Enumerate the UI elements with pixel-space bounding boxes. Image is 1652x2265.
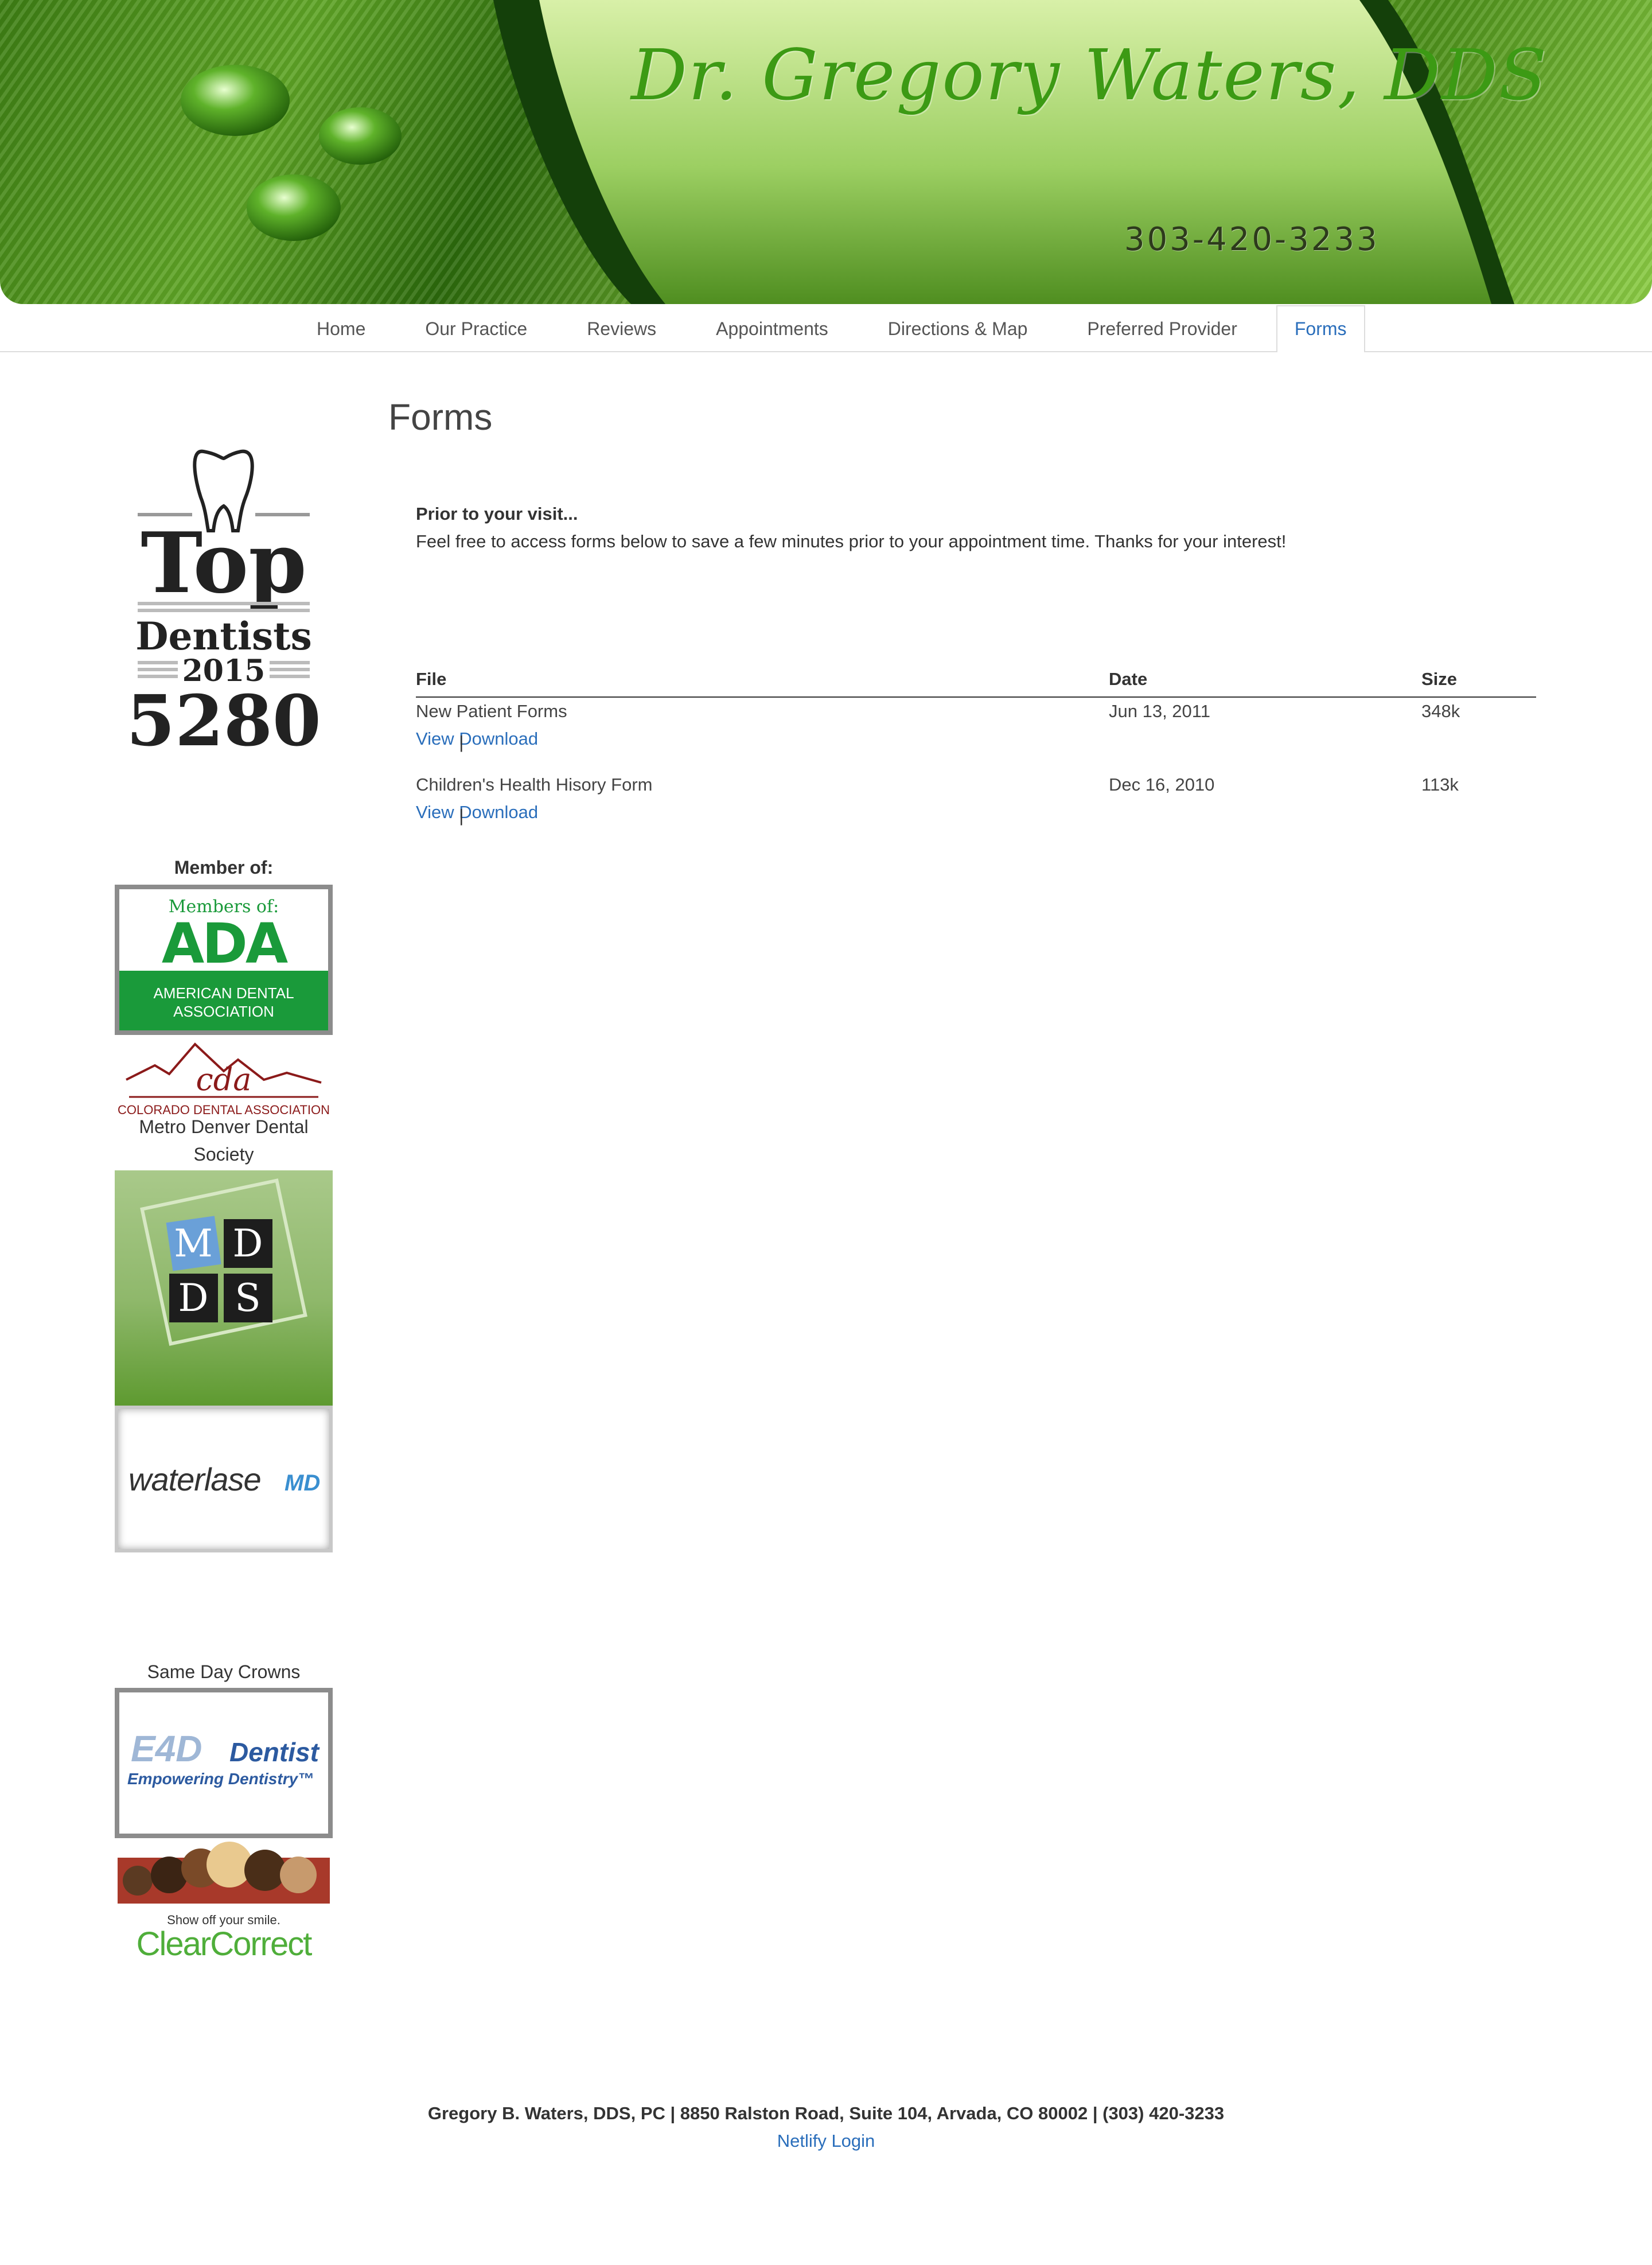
svg-text:ClearCorrect: ClearCorrect bbox=[137, 1925, 313, 1963]
nav-item-forms[interactable]: Forms bbox=[1276, 305, 1365, 352]
water-drop bbox=[319, 107, 402, 165]
nav-item-home[interactable]: Home bbox=[287, 305, 395, 350]
svg-text:MD: MD bbox=[285, 1470, 320, 1496]
view-link[interactable]: View bbox=[416, 729, 454, 749]
footer: Gregory B. Waters, DDS, PC | 8850 Ralsto… bbox=[0, 2100, 1652, 2155]
svg-text:M: M bbox=[174, 1221, 213, 1266]
nav-item-directions[interactable]: Directions & Map bbox=[858, 305, 1058, 350]
svg-text:ADA: ADA bbox=[162, 912, 288, 976]
file-size: 348k bbox=[1421, 701, 1460, 721]
intro-title: Prior to your visit... bbox=[416, 504, 578, 524]
file-links: View | Download bbox=[416, 802, 538, 826]
download-link[interactable]: Download bbox=[459, 802, 538, 822]
svg-text:D: D bbox=[233, 1221, 263, 1266]
svg-text:Dentist: Dentist bbox=[229, 1737, 320, 1767]
table-row: New Patient Forms Jun 13, 2011 348k View… bbox=[416, 698, 1536, 771]
file-date: Dec 16, 2010 bbox=[1109, 775, 1215, 795]
forms-table: File Date Size New Patient Forms Jun 13,… bbox=[416, 666, 1536, 844]
main-nav: Home Our Practice Reviews Appointments D… bbox=[0, 304, 1652, 352]
file-name: New Patient Forms bbox=[416, 701, 567, 721]
waterlase-logo[interactable]: waterlase MD bbox=[115, 1406, 333, 1552]
svg-text:cda: cda bbox=[196, 1061, 251, 1098]
download-link[interactable]: Download bbox=[459, 729, 538, 749]
intro-text: Feel free to access forms below to save … bbox=[416, 531, 1287, 551]
top-dentists-badge: Top Dentists 2015 5280 bbox=[115, 446, 333, 762]
mdds-logo[interactable]: M D D S bbox=[115, 1170, 333, 1406]
member-of-label: Member of: bbox=[174, 857, 274, 878]
svg-text:Empowering Dentistry™: Empowering Dentistry™ bbox=[127, 1770, 314, 1788]
svg-text:AMERICAN DENTAL: AMERICAN DENTAL bbox=[153, 984, 294, 1002]
view-link[interactable]: View bbox=[416, 802, 454, 822]
nav-item-preferred-provider[interactable]: Preferred Provider bbox=[1057, 305, 1267, 350]
e4d-dentist-logo[interactable]: E4D Dentist Empowering Dentistry™ bbox=[115, 1688, 333, 1838]
badge-top-text: Top bbox=[141, 515, 306, 612]
link-separator: | bbox=[459, 805, 464, 826]
header-banner: Dr. Gregory Waters, DDS 303-420-3233 bbox=[0, 0, 1652, 304]
header-size: Size bbox=[1421, 669, 1458, 689]
site-title: Dr. Gregory Waters, DDS bbox=[631, 34, 1548, 116]
banner-phone: 303-420-3233 bbox=[1124, 221, 1380, 258]
svg-text:D: D bbox=[178, 1276, 209, 1320]
file-name: Children's Health Hisory Form bbox=[416, 775, 653, 795]
table-row: Children's Health Hisory Form Dec 16, 20… bbox=[416, 771, 1536, 844]
link-separator: | bbox=[459, 732, 464, 752]
water-drop bbox=[247, 174, 341, 241]
ada-logo[interactable]: Members of: ADA AMERICAN DENTAL ASSOCIAT… bbox=[115, 885, 333, 1035]
water-drop bbox=[181, 65, 290, 136]
same-day-crowns-label: Same Day Crowns bbox=[147, 1661, 301, 1682]
nav-item-our-practice[interactable]: Our Practice bbox=[395, 305, 557, 350]
file-date: Jun 13, 2011 bbox=[1109, 701, 1210, 721]
netlify-login-link[interactable]: Netlify Login bbox=[777, 2131, 875, 2151]
badge-dentists-text: Dentists bbox=[135, 614, 312, 659]
nav-item-appointments[interactable]: Appointments bbox=[686, 305, 858, 350]
header-date: Date bbox=[1109, 669, 1148, 689]
badge-5280-text: 5280 bbox=[126, 679, 321, 756]
svg-text:waterlase: waterlase bbox=[128, 1461, 261, 1497]
svg-text:E4D: E4D bbox=[131, 1728, 202, 1769]
page-title: Forms bbox=[388, 396, 493, 438]
footer-address: Gregory B. Waters, DDS, PC | 8850 Ralsto… bbox=[427, 2103, 1225, 2123]
header-file: File bbox=[416, 669, 447, 689]
svg-text:ASSOCIATION: ASSOCIATION bbox=[173, 1003, 274, 1020]
svg-text:S: S bbox=[235, 1276, 260, 1320]
clearcorrect-logo[interactable]: Show off your smile. ClearCorrect bbox=[115, 1840, 333, 1978]
cda-logo[interactable]: cda COLORADO DENTAL ASSOCIATION bbox=[115, 1040, 333, 1120]
top-dentists-logo: Top Dentists 2015 5280 bbox=[126, 449, 321, 762]
file-links: View | Download bbox=[416, 729, 538, 752]
file-size: 113k bbox=[1421, 775, 1459, 795]
table-header: File Date Size bbox=[416, 666, 1536, 698]
mdds-label: Metro Denver Dental Society bbox=[139, 1116, 309, 1165]
nav-item-reviews[interactable]: Reviews bbox=[557, 305, 686, 350]
